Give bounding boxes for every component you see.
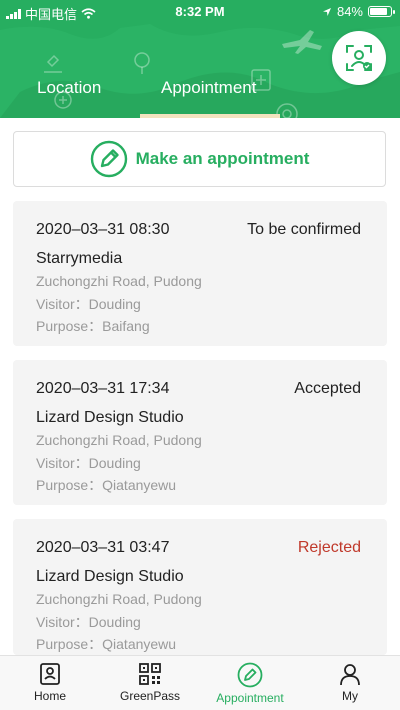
appointment-purpose: Purpose：Qiatanyewu: [36, 636, 177, 652]
appointment-datetime: 2020–03–31 08:30: [36, 221, 170, 238]
appointment-datetime: 2020–03–31 17:34: [36, 380, 170, 397]
appointment-datetime: 2020–03–31 03:47: [36, 539, 170, 556]
appointment-visitor: Visitor：Douding: [36, 614, 141, 630]
appointment-company: Lizard Design Studio: [36, 568, 184, 585]
appointment-company: Lizard Design Studio: [36, 409, 184, 426]
appointment-card[interactable]: 2020–03–31 03:47 Rejected Lizard Design …: [13, 519, 387, 655]
tab-location[interactable]: Location: [37, 78, 101, 98]
appointment-status: To be confirmed: [247, 221, 361, 238]
tabbar-label-appointment: Appointment: [216, 691, 284, 705]
person-icon: [340, 664, 360, 686]
qr-code-icon: [139, 663, 161, 685]
tabbar-label-home: Home: [33, 689, 66, 703]
tabbar-item-home[interactable]: Home: [0, 656, 100, 710]
pen-circle-icon: [90, 140, 127, 178]
header: Location Appointment: [0, 22, 400, 118]
tabbar-label-my: My: [342, 689, 358, 703]
make-appointment-button[interactable]: Make an appointment: [13, 131, 386, 187]
appointment-address: Zuchongzhi Road, Pudong: [36, 432, 202, 448]
appointment-status: Rejected: [297, 539, 361, 556]
tabbar-item-appointment[interactable]: Appointment: [200, 656, 300, 710]
appointment-address: Zuchongzhi Road, Pudong: [36, 273, 202, 289]
battery-percent: 84%: [336, 4, 363, 19]
appointment-purpose: Purpose：Baifang: [36, 318, 150, 334]
appointment-card[interactable]: 2020–03–31 17:34 Accepted Lizard Design …: [13, 360, 387, 505]
scan-face-icon: [346, 45, 372, 71]
appointment-pen-icon: [237, 662, 263, 688]
active-tab-indicator: [140, 114, 280, 118]
status-right: 84%: [322, 4, 395, 19]
tabbar-label-greenpass: GreenPass: [119, 689, 181, 703]
scan-button[interactable]: [332, 31, 386, 85]
battery-icon: [368, 6, 395, 17]
bottom-tab-bar: Home GreenPass Appointment My: [0, 655, 400, 710]
location-arrow-icon: [322, 7, 331, 16]
tabbar-item-my[interactable]: My: [300, 656, 400, 710]
status-bar: 中国电信 8:32 PM 84%: [0, 0, 400, 22]
tabbar-item-greenpass[interactable]: GreenPass: [100, 656, 200, 710]
home-card-icon: [40, 663, 60, 685]
appointment-company: Starrymedia: [36, 250, 123, 267]
make-appointment-label: Make an appointment: [135, 149, 310, 168]
appointment-visitor: Visitor：Douding: [36, 455, 141, 471]
appointment-card[interactable]: 2020–03–31 08:30 To be confirmed Starrym…: [13, 201, 387, 346]
appointment-status: Accepted: [294, 380, 361, 397]
appointment-address: Zuchongzhi Road, Pudong: [36, 591, 202, 607]
appointment-visitor: Visitor：Douding: [36, 296, 141, 312]
appointment-purpose: Purpose：Qiatanyewu: [36, 477, 177, 493]
tab-appointment[interactable]: Appointment: [161, 78, 256, 98]
